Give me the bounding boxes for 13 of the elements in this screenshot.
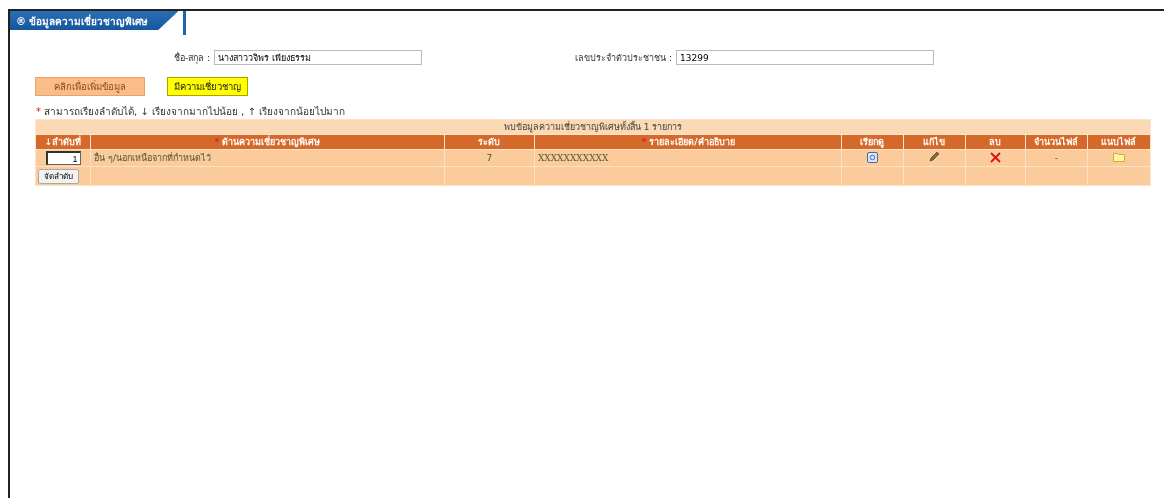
- sort-note: * สามารถเรียงลำดับได้, ↓ เรียงจากมากไปน้อย , ↑ เรียงจากน้อยไปมาก: [36, 105, 346, 119]
- text-field[interactable]: นางสาววจิพร เพียงธรรม: [214, 50, 423, 65]
- add-data-button[interactable]: คลิกเพื่อเพิ่มข้อมูล: [35, 77, 145, 96]
- order-field[interactable]: 1: [45, 151, 81, 165]
- text-field[interactable]: 13299: [676, 50, 934, 65]
- section-tab[interactable]: ® ข้อมูลความเชี่ยวชาญพิเศษ: [10, 11, 179, 30]
- field-label: เลขประจำตัวประชาชน :: [575, 51, 672, 65]
- view-icon[interactable]: [866, 151, 878, 163]
- field-label: ชื่อ-สกุล :: [174, 51, 211, 65]
- expertise-status-button[interactable]: มีความเชี่ยวชาญ: [167, 77, 248, 96]
- delete-icon[interactable]: [989, 151, 1001, 163]
- sort-button[interactable]: จัดลำดับ: [38, 168, 79, 184]
- table-caption: พบข้อมูลความเชี่ยวชาญพิเศษทั้งสิ้น 1 รายการ: [35, 119, 1151, 135]
